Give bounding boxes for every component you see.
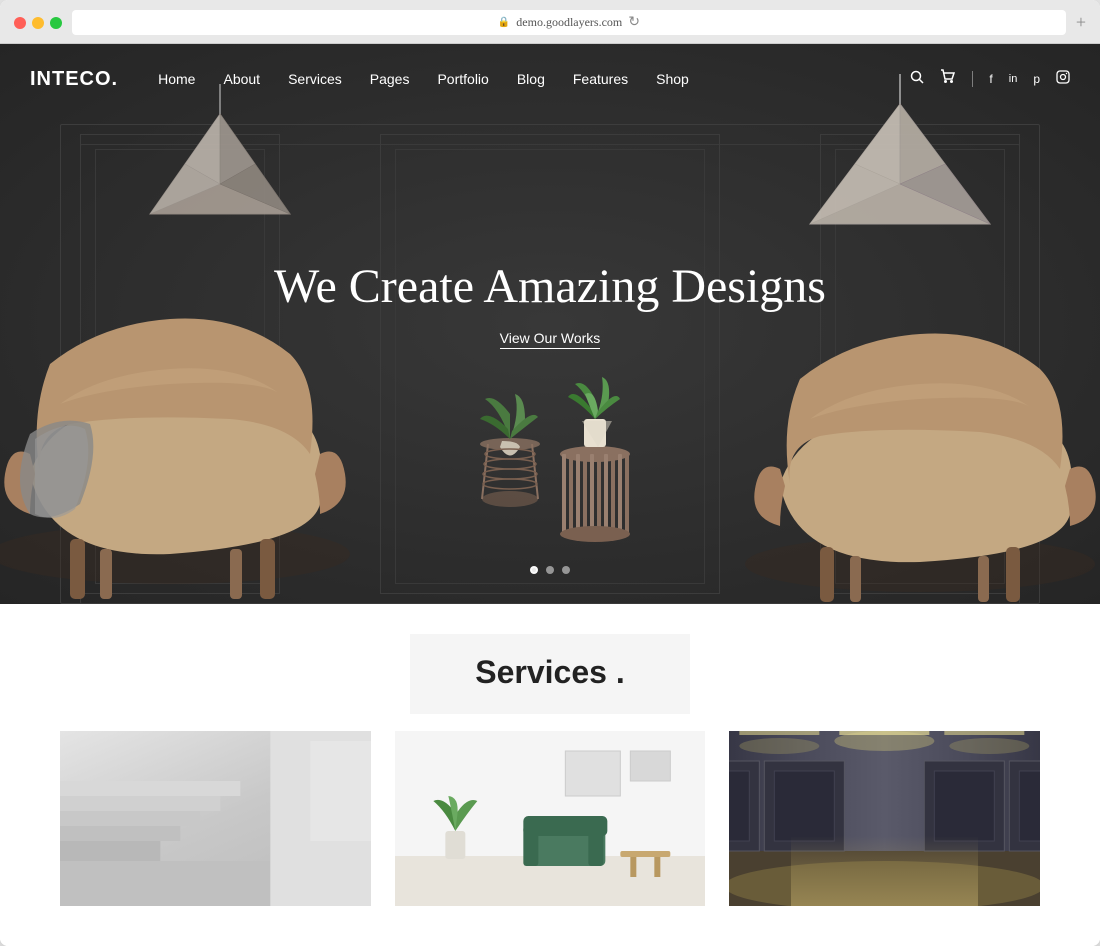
close-dot[interactable]	[14, 17, 26, 29]
nav-links: Home About Services Pages Portfolio Blog…	[158, 71, 910, 87]
nav-shop[interactable]: Shop	[656, 71, 689, 87]
page-content: INTECO. Home About Services Pages Portfo…	[0, 44, 1100, 946]
address-text: demo.goodlayers.com	[516, 15, 622, 30]
address-bar[interactable]: 🔒 demo.goodlayers.com ↻	[72, 10, 1066, 35]
service-image-corridor	[729, 731, 1040, 906]
browser-window: 🔒 demo.goodlayers.com ↻ +	[0, 0, 1100, 946]
nav-home[interactable]: Home	[158, 71, 195, 87]
hero-section: INTECO. Home About Services Pages Portfo…	[0, 44, 1100, 604]
lock-icon: 🔒	[498, 17, 510, 28]
nav-pages[interactable]: Pages	[370, 71, 410, 87]
site-logo[interactable]: INTECO.	[30, 68, 118, 91]
hero-text: We Create Amazing Designs View Our Works	[274, 259, 826, 349]
slider-dots	[530, 566, 570, 574]
hero-cta-button[interactable]: View Our Works	[500, 330, 601, 349]
services-grid	[60, 731, 1040, 906]
minimize-dot[interactable]	[32, 17, 44, 29]
facebook-icon[interactable]: f	[989, 72, 992, 86]
nav-divider	[972, 71, 973, 87]
search-icon[interactable]	[910, 70, 924, 89]
service-card-2[interactable]	[395, 731, 706, 906]
slider-dot-1[interactable]	[530, 566, 538, 574]
nav-blog[interactable]: Blog	[517, 71, 545, 87]
hero-headline: We Create Amazing Designs	[274, 259, 826, 314]
service-image-living	[395, 731, 706, 906]
slider-dot-3[interactable]	[562, 566, 570, 574]
new-tab-button[interactable]: +	[1076, 12, 1086, 33]
nav-features[interactable]: Features	[573, 71, 628, 87]
linkedin-icon[interactable]: in	[1009, 73, 1018, 85]
services-header: Services .	[60, 654, 1040, 691]
nav-services[interactable]: Services	[288, 71, 342, 87]
pinterest-icon[interactable]: p	[1033, 72, 1040, 86]
refresh-button[interactable]: ↻	[628, 14, 640, 31]
browser-chrome: 🔒 demo.goodlayers.com ↻ +	[0, 0, 1100, 44]
maximize-dot[interactable]	[50, 17, 62, 29]
cart-icon[interactable]	[940, 69, 956, 90]
service-card-3[interactable]	[729, 731, 1040, 906]
service-image-staircase	[60, 731, 371, 906]
nav-icons: f in p	[910, 69, 1070, 90]
services-section: Services .	[0, 604, 1100, 946]
services-title: Services .	[60, 654, 1040, 691]
nav-portfolio[interactable]: Portfolio	[437, 71, 488, 87]
slider-dot-2[interactable]	[546, 566, 554, 574]
instagram-icon[interactable]	[1056, 70, 1070, 89]
service-card-1[interactable]	[60, 731, 371, 906]
nav-about[interactable]: About	[223, 71, 260, 87]
navbar: INTECO. Home About Services Pages Portfo…	[0, 44, 1100, 114]
browser-dots	[14, 17, 62, 29]
